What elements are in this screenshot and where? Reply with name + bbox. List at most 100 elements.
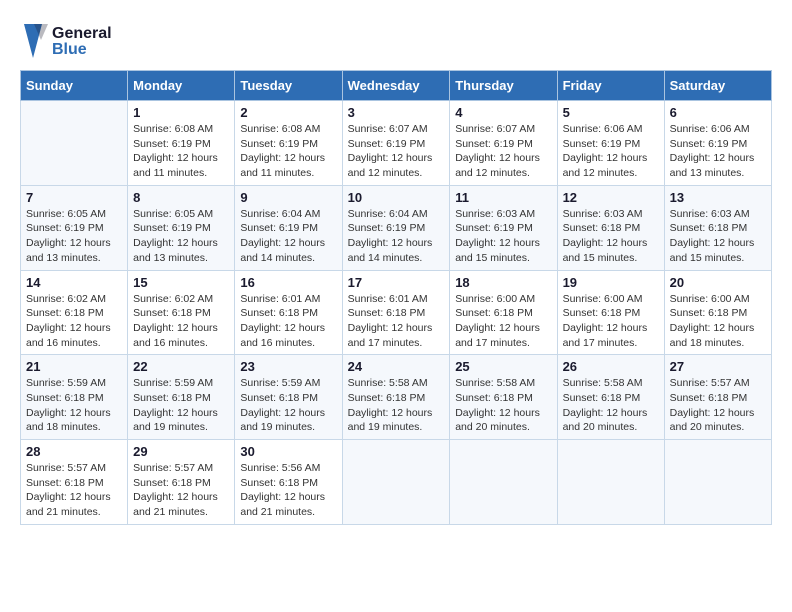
calendar-cell: 10 Sunrise: 6:04 AMSunset: 6:19 PMDayligh… bbox=[342, 185, 450, 270]
calendar-cell: 15 Sunrise: 6:02 AMSunset: 6:18 PMDayligh… bbox=[128, 270, 235, 355]
day-number: 12 bbox=[563, 190, 659, 205]
day-header-sunday: Sunday bbox=[21, 71, 128, 101]
day-number: 17 bbox=[348, 275, 445, 290]
calendar-cell: 12 Sunrise: 6:03 AMSunset: 6:18 PMDayligh… bbox=[557, 185, 664, 270]
day-detail: Sunrise: 6:00 AMSunset: 6:18 PMDaylight:… bbox=[455, 292, 551, 351]
day-detail: Sunrise: 6:06 AMSunset: 6:19 PMDaylight:… bbox=[670, 122, 766, 181]
calendar-cell: 19Sunrise: 6:00 AMSunset: 6:18 PMDayligh… bbox=[557, 270, 664, 355]
day-header-monday: Monday bbox=[128, 71, 235, 101]
day-number: 24 bbox=[348, 359, 445, 374]
calendar-cell: 8 Sunrise: 6:05 AMSunset: 6:19 PMDaylight… bbox=[128, 185, 235, 270]
page-header: GeneralBlue bbox=[20, 20, 772, 60]
day-number: 22 bbox=[133, 359, 229, 374]
calendar-cell: 6 Sunrise: 6:06 AMSunset: 6:19 PMDaylight… bbox=[664, 101, 771, 186]
day-number: 1 bbox=[133, 105, 229, 120]
calendar-cell: 17Sunrise: 6:01 AMSunset: 6:18 PMDayligh… bbox=[342, 270, 450, 355]
day-detail: Sunrise: 6:08 AMSunset: 6:19 PMDaylight:… bbox=[133, 122, 229, 181]
week-row-3: 21 Sunrise: 5:59 AMSunset: 6:18 PMDayligh… bbox=[21, 355, 772, 440]
calendar-cell bbox=[664, 440, 771, 525]
day-number: 8 bbox=[133, 190, 229, 205]
calendar-cell: 3 Sunrise: 6:07 AMSunset: 6:19 PMDaylight… bbox=[342, 101, 450, 186]
day-detail: Sunrise: 6:08 AMSunset: 6:19 PMDaylight:… bbox=[240, 122, 336, 181]
calendar-cell: 28Sunrise: 5:57 AMSunset: 6:18 PMDayligh… bbox=[21, 440, 128, 525]
day-detail: Sunrise: 6:04 AMSunset: 6:19 PMDaylight:… bbox=[348, 207, 445, 266]
week-row-4: 28Sunrise: 5:57 AMSunset: 6:18 PMDayligh… bbox=[21, 440, 772, 525]
day-detail: Sunrise: 5:59 AMSunset: 6:18 PMDaylight:… bbox=[240, 376, 336, 435]
day-detail: Sunrise: 6:07 AMSunset: 6:19 PMDaylight:… bbox=[348, 122, 445, 181]
day-number: 6 bbox=[670, 105, 766, 120]
calendar-cell: 14 Sunrise: 6:02 AMSunset: 6:18 PMDayligh… bbox=[21, 270, 128, 355]
calendar-cell: 25 Sunrise: 5:58 AMSunset: 6:18 PMDayligh… bbox=[450, 355, 557, 440]
calendar-cell: 30Sunrise: 5:56 AMSunset: 6:18 PMDayligh… bbox=[235, 440, 342, 525]
day-detail: Sunrise: 5:56 AMSunset: 6:18 PMDaylight:… bbox=[240, 461, 336, 520]
calendar-cell: 2 Sunrise: 6:08 AMSunset: 6:19 PMDaylight… bbox=[235, 101, 342, 186]
calendar-cell: 22 Sunrise: 5:59 AMSunset: 6:18 PMDayligh… bbox=[128, 355, 235, 440]
calendar-cell: 1 Sunrise: 6:08 AMSunset: 6:19 PMDaylight… bbox=[128, 101, 235, 186]
week-row-2: 14 Sunrise: 6:02 AMSunset: 6:18 PMDayligh… bbox=[21, 270, 772, 355]
day-detail: Sunrise: 5:59 AMSunset: 6:18 PMDaylight:… bbox=[133, 376, 229, 435]
day-number: 26 bbox=[563, 359, 659, 374]
day-number: 16 bbox=[240, 275, 336, 290]
day-detail: Sunrise: 5:58 AMSunset: 6:18 PMDaylight:… bbox=[563, 376, 659, 435]
calendar-cell: 4Sunrise: 6:07 AMSunset: 6:19 PMDaylight… bbox=[450, 101, 557, 186]
day-number: 3 bbox=[348, 105, 445, 120]
calendar-cell: 23 Sunrise: 5:59 AMSunset: 6:18 PMDayligh… bbox=[235, 355, 342, 440]
day-number: 21 bbox=[26, 359, 122, 374]
logo: GeneralBlue bbox=[20, 20, 130, 60]
day-header-friday: Friday bbox=[557, 71, 664, 101]
calendar-cell: 16 Sunrise: 6:01 AMSunset: 6:18 PMDayligh… bbox=[235, 270, 342, 355]
calendar-cell: 5Sunrise: 6:06 AMSunset: 6:19 PMDaylight… bbox=[557, 101, 664, 186]
day-detail: Sunrise: 6:03 AMSunset: 6:19 PMDaylight:… bbox=[455, 207, 551, 266]
day-number: 25 bbox=[455, 359, 551, 374]
day-detail: Sunrise: 5:59 AMSunset: 6:18 PMDaylight:… bbox=[26, 376, 122, 435]
day-number: 11 bbox=[455, 190, 551, 205]
day-detail: Sunrise: 6:05 AMSunset: 6:19 PMDaylight:… bbox=[133, 207, 229, 266]
day-detail: Sunrise: 5:57 AMSunset: 6:18 PMDaylight:… bbox=[670, 376, 766, 435]
day-number: 2 bbox=[240, 105, 336, 120]
calendar-cell: 21 Sunrise: 5:59 AMSunset: 6:18 PMDayligh… bbox=[21, 355, 128, 440]
day-header-thursday: Thursday bbox=[450, 71, 557, 101]
calendar-cell: 20 Sunrise: 6:00 AMSunset: 6:18 PMDayligh… bbox=[664, 270, 771, 355]
day-number: 7 bbox=[26, 190, 122, 205]
calendar-cell: 13Sunrise: 6:03 AMSunset: 6:18 PMDayligh… bbox=[664, 185, 771, 270]
day-number: 18 bbox=[455, 275, 551, 290]
calendar-cell: 29 Sunrise: 5:57 AMSunset: 6:18 PMDayligh… bbox=[128, 440, 235, 525]
calendar-cell bbox=[450, 440, 557, 525]
calendar-cell bbox=[342, 440, 450, 525]
day-number: 14 bbox=[26, 275, 122, 290]
day-detail: Sunrise: 6:06 AMSunset: 6:19 PMDaylight:… bbox=[563, 122, 659, 181]
day-number: 15 bbox=[133, 275, 229, 290]
day-number: 9 bbox=[240, 190, 336, 205]
day-detail: Sunrise: 6:00 AMSunset: 6:18 PMDaylight:… bbox=[670, 292, 766, 351]
day-detail: Sunrise: 6:00 AMSunset: 6:18 PMDaylight:… bbox=[563, 292, 659, 351]
calendar-header-row: SundayMondayTuesdayWednesdayThursdayFrid… bbox=[21, 71, 772, 101]
svg-text:General: General bbox=[52, 25, 112, 42]
day-header-saturday: Saturday bbox=[664, 71, 771, 101]
day-number: 27 bbox=[670, 359, 766, 374]
calendar-cell: 26 Sunrise: 5:58 AMSunset: 6:18 PMDayligh… bbox=[557, 355, 664, 440]
calendar-cell bbox=[21, 101, 128, 186]
day-detail: Sunrise: 5:58 AMSunset: 6:18 PMDaylight:… bbox=[455, 376, 551, 435]
week-row-0: 1 Sunrise: 6:08 AMSunset: 6:19 PMDaylight… bbox=[21, 101, 772, 186]
day-detail: Sunrise: 6:03 AMSunset: 6:18 PMDaylight:… bbox=[563, 207, 659, 266]
day-number: 20 bbox=[670, 275, 766, 290]
day-header-wednesday: Wednesday bbox=[342, 71, 450, 101]
day-detail: Sunrise: 5:57 AMSunset: 6:18 PMDaylight:… bbox=[26, 461, 122, 520]
day-detail: Sunrise: 6:03 AMSunset: 6:18 PMDaylight:… bbox=[670, 207, 766, 266]
day-detail: Sunrise: 6:02 AMSunset: 6:18 PMDaylight:… bbox=[133, 292, 229, 351]
day-detail: Sunrise: 6:01 AMSunset: 6:18 PMDaylight:… bbox=[240, 292, 336, 351]
svg-text:Blue: Blue bbox=[52, 41, 87, 58]
day-number: 23 bbox=[240, 359, 336, 374]
logo-svg: GeneralBlue bbox=[20, 20, 130, 60]
calendar-table: SundayMondayTuesdayWednesdayThursdayFrid… bbox=[20, 70, 772, 525]
week-row-1: 7 Sunrise: 6:05 AMSunset: 6:19 PMDaylight… bbox=[21, 185, 772, 270]
day-detail: Sunrise: 5:57 AMSunset: 6:18 PMDaylight:… bbox=[133, 461, 229, 520]
calendar-cell: 11 Sunrise: 6:03 AMSunset: 6:19 PMDayligh… bbox=[450, 185, 557, 270]
calendar-cell: 27 Sunrise: 5:57 AMSunset: 6:18 PMDayligh… bbox=[664, 355, 771, 440]
day-detail: Sunrise: 6:04 AMSunset: 6:19 PMDaylight:… bbox=[240, 207, 336, 266]
day-header-tuesday: Tuesday bbox=[235, 71, 342, 101]
day-detail: Sunrise: 6:07 AMSunset: 6:19 PMDaylight:… bbox=[455, 122, 551, 181]
day-number: 29 bbox=[133, 444, 229, 459]
day-number: 10 bbox=[348, 190, 445, 205]
day-detail: Sunrise: 6:02 AMSunset: 6:18 PMDaylight:… bbox=[26, 292, 122, 351]
